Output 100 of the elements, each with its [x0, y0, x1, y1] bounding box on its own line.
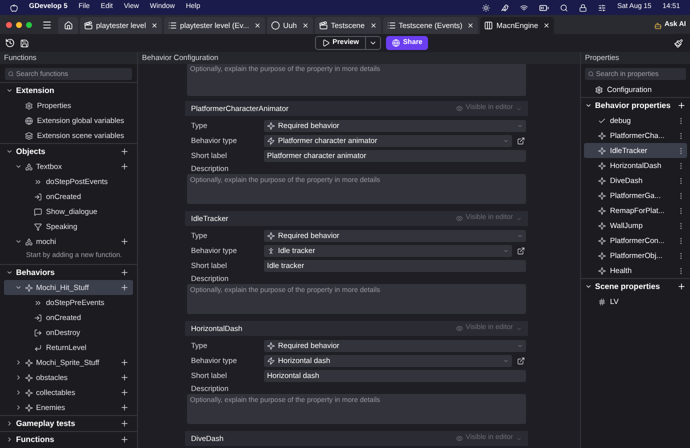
check-icon: [598, 116, 606, 124]
add-icon[interactable]: [120, 403, 129, 412]
chevron-icon[interactable]: [15, 389, 22, 396]
add-icon[interactable]: [120, 147, 129, 156]
close-icon[interactable]: [302, 22, 309, 29]
close-icon[interactable]: [467, 22, 474, 29]
close-window-control[interactable]: [6, 22, 12, 28]
battery-icon[interactable]: [539, 2, 550, 12]
caret-icon: [517, 232, 523, 238]
history-icon[interactable]: [5, 38, 15, 48]
close-icon[interactable]: [254, 22, 262, 29]
chevron-icon[interactable]: [6, 420, 13, 427]
section-header[interactable]: Behaviors: [4, 265, 133, 280]
clapperboard-icon: [318, 21, 328, 30]
section-header[interactable]: Functions: [4, 432, 133, 447]
speech-bubble-icon: [34, 208, 42, 216]
caret-icon: [517, 342, 523, 348]
chevron-icon[interactable]: [6, 87, 13, 94]
chevron-icon[interactable]: [15, 238, 22, 245]
chevron-icon[interactable]: [6, 148, 13, 155]
wifi-icon[interactable]: [520, 4, 528, 12]
double-chevron-icon: [34, 298, 42, 306]
section-header[interactable]: Scene properties: [581, 279, 690, 294]
enter-icon: [34, 314, 42, 322]
search-icon[interactable]: [560, 4, 568, 12]
add-icon[interactable]: [120, 358, 129, 367]
add-icon[interactable]: [120, 268, 129, 277]
section-header[interactable]: Behavior properties: [581, 98, 690, 113]
chevron-icon[interactable]: [15, 359, 22, 366]
sparkle-icon: [25, 404, 33, 412]
section-header[interactable]: Gameplay tests: [4, 416, 133, 431]
add-icon[interactable]: [120, 373, 129, 382]
eye-icon: [456, 105, 463, 112]
sparkle-icon: [598, 206, 606, 214]
menu-icon[interactable]: [42, 20, 52, 30]
save-icon[interactable]: [20, 38, 29, 48]
section-header[interactable]: Extension: [4, 83, 133, 98]
search-icon: [588, 71, 594, 77]
zoom-window-control[interactable]: [26, 22, 32, 28]
funnel-icon: [34, 222, 42, 230]
caret-icon: [517, 122, 523, 128]
close-icon[interactable]: [543, 22, 550, 29]
close-icon[interactable]: [151, 22, 158, 29]
chevron-icon[interactable]: [6, 436, 13, 443]
robot-icon: [654, 22, 662, 30]
bolt-icon: [267, 136, 275, 144]
home-tab[interactable]: [58, 17, 78, 34]
gear-icon: [595, 86, 603, 94]
eye-icon: [456, 325, 463, 332]
hash-icon: [598, 298, 606, 306]
caret-icon: [516, 216, 522, 222]
sparkle-icon: [598, 132, 606, 140]
bird-icon[interactable]: [501, 4, 510, 12]
chevron-icon[interactable]: [15, 374, 22, 381]
add-icon[interactable]: [677, 282, 686, 291]
chevron-icon[interactable]: [15, 163, 22, 170]
bolt-icon: [267, 356, 275, 364]
caret-icon: [516, 326, 522, 332]
sparkle-icon: [25, 284, 33, 292]
apple-icon[interactable]: [10, 4, 18, 12]
add-icon[interactable]: [677, 101, 686, 110]
clapperboard-icon: [84, 21, 93, 30]
add-icon[interactable]: [120, 162, 129, 171]
chevron-icon[interactable]: [585, 102, 592, 109]
paintbrush-icon[interactable]: [674, 38, 683, 48]
columns-icon: [484, 21, 494, 30]
layers-icon: [25, 132, 33, 140]
chevron-icon[interactable]: [15, 404, 22, 411]
add-icon[interactable]: [120, 388, 129, 397]
play-icon: [322, 39, 330, 47]
sparkle-icon: [598, 266, 606, 274]
person-icon: [267, 246, 275, 254]
external-link-icon[interactable]: [517, 356, 525, 364]
sliders-icon[interactable]: [598, 4, 606, 12]
close-icon[interactable]: [370, 22, 377, 29]
minimize-window-control[interactable]: [16, 22, 22, 28]
caret-icon: [369, 39, 377, 47]
add-icon[interactable]: [120, 435, 129, 444]
chevron-icon[interactable]: [585, 283, 592, 290]
sparkle-icon: [25, 358, 33, 366]
add-icon[interactable]: [120, 283, 129, 292]
enter-icon: [34, 192, 42, 200]
lock-icon[interactable]: [579, 4, 588, 12]
external-link-icon[interactable]: [517, 136, 525, 144]
chevron-icon[interactable]: [6, 269, 13, 276]
exit-icon: [34, 328, 42, 336]
add-icon[interactable]: [120, 419, 129, 428]
globe-icon: [392, 39, 400, 47]
add-icon[interactable]: [120, 237, 129, 246]
search-icon: [8, 71, 14, 77]
return-arrow-icon: [34, 344, 42, 352]
section-header[interactable]: Objects: [4, 144, 133, 159]
circle-icon: [271, 21, 280, 30]
home-icon: [64, 21, 72, 30]
sparkle-icon: [598, 192, 606, 200]
caret-icon: [516, 106, 522, 112]
external-link-icon[interactable]: [517, 246, 525, 254]
double-chevron-icon: [34, 178, 42, 186]
caret-icon: [503, 138, 509, 144]
sun-icon[interactable]: [482, 4, 490, 12]
